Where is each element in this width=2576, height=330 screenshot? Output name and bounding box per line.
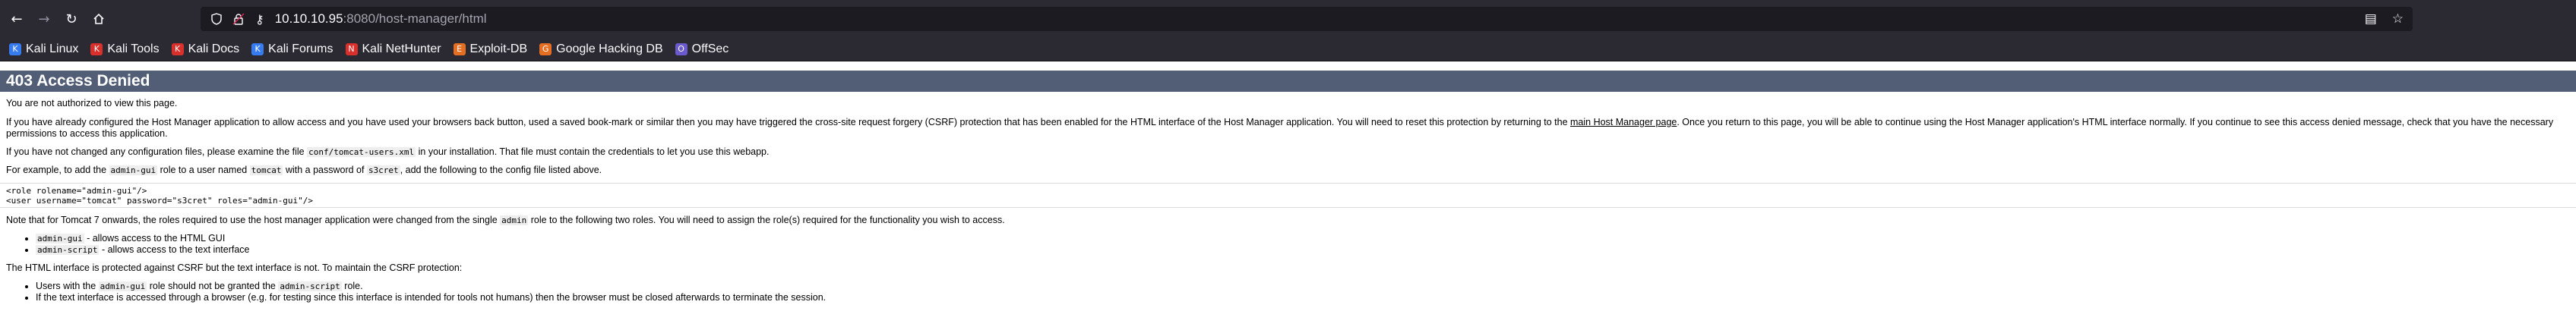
bookmark-label: Google Hacking DB <box>556 42 663 55</box>
bookmark-label: OffSec <box>691 42 729 55</box>
paragraph-csrf-info: If you have already configured the Host … <box>6 117 2570 140</box>
page-content: 403 Access Denied You are not authorized… <box>0 61 2576 330</box>
kali-dragon-icon: K <box>9 43 21 55</box>
paragraph-csrf-protection: The HTML interface is protected against … <box>6 262 463 273</box>
bookmark-label: Exploit-DB <box>469 42 528 55</box>
config-text-before: If you have not changed any configuratio… <box>6 146 308 157</box>
forward-arrow-icon[interactable]: → <box>33 8 55 30</box>
bookmark-kali-nethunter[interactable]: N Kali NetHunter <box>345 42 441 56</box>
example-text: , add the following to the config file l… <box>400 165 602 175</box>
bookmark-label: Kali NetHunter <box>362 42 441 55</box>
roles-text-after: role to the following two roles. You wil… <box>528 215 1005 225</box>
reader-view-icon[interactable]: ▤ <box>2365 11 2377 27</box>
exploit-db-icon: E <box>453 43 466 55</box>
back-arrow-icon[interactable]: ← <box>6 8 27 30</box>
paragraph-tomcat7-roles: Note that for Tomcat 7 onwards, the role… <box>6 215 2570 226</box>
config-text-after: in your installation. That file must con… <box>416 146 770 157</box>
paragraph-example: For example, to add the admin-gui role t… <box>6 165 2570 176</box>
kali-forums-icon: K <box>251 43 264 55</box>
url-bar[interactable]: ⚷ 10.10.10.95:8080/host-manager/html ▤ ☆ <box>201 7 2413 31</box>
roles-text-before: Note that for Tomcat 7 onwards, the role… <box>6 215 501 225</box>
list-item: admin-script - allows access to the text… <box>36 244 2576 256</box>
roles-list: admin-gui - allows access to the HTML GU… <box>0 233 2576 256</box>
url-path: :8080/host-manager/html <box>343 11 487 26</box>
bookmark-kali-docs[interactable]: K Kali Docs <box>171 42 240 56</box>
role-code: admin-script <box>278 281 342 291</box>
bookmark-label: Kali Forums <box>268 42 333 55</box>
page-title: 403 Access Denied <box>0 71 2576 92</box>
config-snippet: <role rolename="admin-gui"/> <user usern… <box>0 183 2576 208</box>
list-item: Users with the admin-gui role should not… <box>36 281 2576 292</box>
browser-toolbar: ← → ↻ ⚷ 10.10.10.95:8080/host-manager/ht… <box>0 0 2576 38</box>
bookmark-offsec[interactable]: O OffSec <box>675 42 729 56</box>
bookmarks-toolbar: K Kali Linux K Kali Tools K Kali Docs K … <box>0 38 2576 61</box>
csrf-list: Users with the admin-gui role should not… <box>0 281 2576 303</box>
offsec-icon: O <box>675 43 687 55</box>
main-host-manager-link[interactable]: main Host Manager page <box>1570 117 1677 127</box>
role-admin-gui-code: admin-gui <box>109 165 158 175</box>
bookmark-label: Kali Linux <box>26 42 79 55</box>
role-code: admin-script <box>36 245 100 255</box>
csrf-rule-text: role. <box>341 281 363 291</box>
kali-tools-icon: K <box>90 43 103 55</box>
reload-icon[interactable]: ↻ <box>61 8 82 30</box>
example-text: with a password of <box>283 165 367 175</box>
bookmark-kali-forums[interactable]: K Kali Forums <box>251 42 333 56</box>
nethunter-icon: N <box>345 43 358 55</box>
bookmark-label: Kali Tools <box>107 42 160 55</box>
bookmark-kali-tools[interactable]: K Kali Tools <box>90 42 160 56</box>
config-line-user: <user username="tomcat" password="s3cret… <box>6 196 313 206</box>
url-text[interactable]: 10.10.10.95:8080/host-manager/html <box>275 11 487 27</box>
password-code: s3cret <box>366 165 400 175</box>
list-item: admin-gui - allows access to the HTML GU… <box>36 233 2576 244</box>
bookmark-exploit-db[interactable]: E Exploit-DB <box>453 42 528 56</box>
username-code: tomcat <box>249 165 283 175</box>
bookmark-label: Kali Docs <box>188 42 240 55</box>
insecure-lock-icon[interactable] <box>232 13 245 25</box>
bookmark-star-icon[interactable]: ☆ <box>2392 11 2404 27</box>
shield-icon[interactable] <box>211 13 222 25</box>
bookmark-kali-linux[interactable]: K Kali Linux <box>9 42 78 56</box>
example-text: For example, to add the <box>6 165 109 175</box>
kali-docs-icon: K <box>171 43 184 55</box>
role-description: - allows access to the HTML GUI <box>84 233 226 244</box>
csrf-rule-text: Users with the <box>36 281 99 291</box>
example-text: role to a user named <box>157 165 250 175</box>
config-line-role: <role rolename="admin-gui"/> <box>6 186 147 196</box>
home-icon[interactable] <box>88 8 109 30</box>
role-description: - allows access to the text interface <box>99 244 250 255</box>
bookmark-google-hacking-db[interactable]: G Google Hacking DB <box>539 42 663 56</box>
permissions-key-icon[interactable]: ⚷ <box>255 12 264 27</box>
role-admin-code: admin <box>500 215 529 225</box>
ghdb-icon: G <box>539 43 552 55</box>
paragraph-config-file: If you have not changed any configuratio… <box>6 146 2570 158</box>
csrf-rule-text: role should not be granted the <box>147 281 279 291</box>
csrf-text-before: If you have already configured the Host … <box>6 117 1570 127</box>
role-code: admin-gui <box>98 281 147 291</box>
role-code: admin-gui <box>36 234 84 244</box>
list-item: If the text interface is accessed throug… <box>36 292 2576 303</box>
paragraph-not-authorized: You are not authorized to view this page… <box>6 98 178 108</box>
url-host: 10.10.10.95 <box>274 11 343 26</box>
tomcat-users-path: conf/tomcat-users.xml <box>307 147 416 157</box>
